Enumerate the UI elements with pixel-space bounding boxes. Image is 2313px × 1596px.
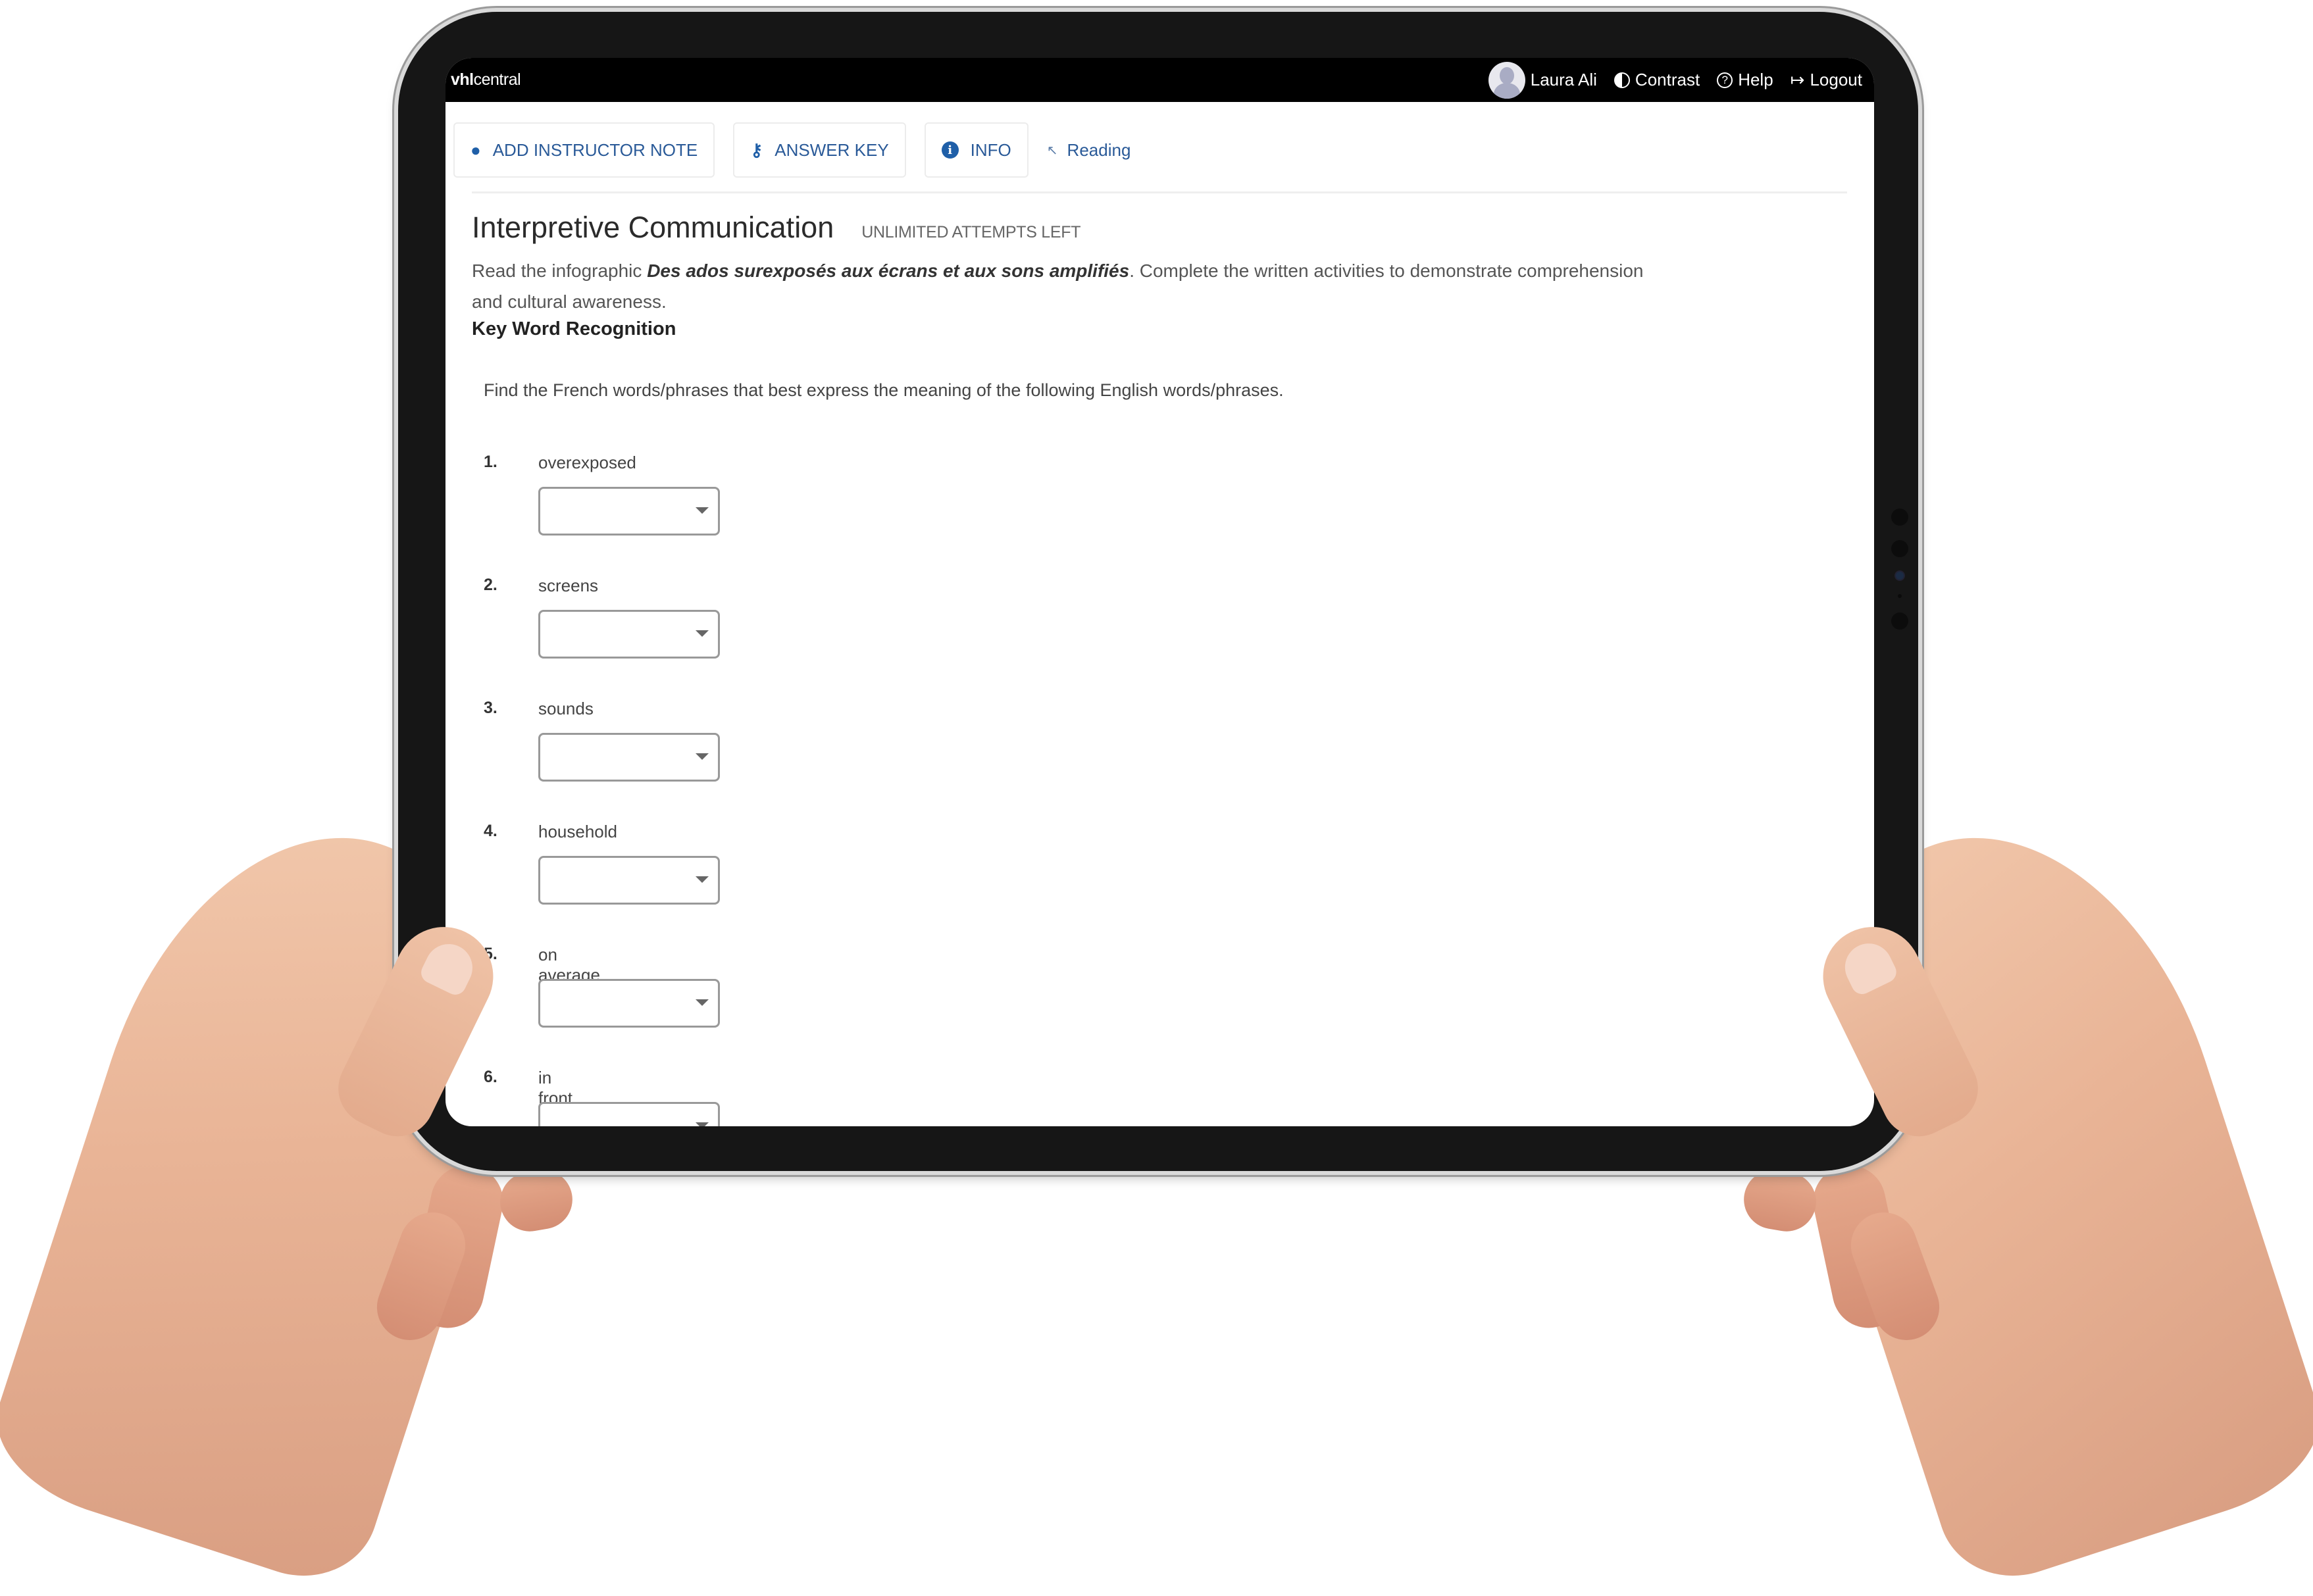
answer-key-label: ANSWER KEY: [775, 139, 889, 160]
brand-logo[interactable]: vhlcentral: [451, 70, 521, 89]
question-number: 1.: [484, 453, 497, 471]
question-prompt: screens: [538, 576, 599, 595]
answer-dropdown[interactable]: [538, 979, 720, 1028]
user-name: Laura Ali: [1530, 70, 1597, 89]
chevron-down-icon: [696, 876, 709, 883]
activity-intro: Read the infographic Des ados surexposés…: [472, 255, 1656, 317]
sensor-dot: [1891, 509, 1908, 526]
question-number: 2.: [484, 576, 497, 594]
tablet-screen: vhlcentral Laura Ali Contrast ? Help ↦ L…: [445, 58, 1874, 1126]
add-note-label: ADD INSTRUCTOR NOTE: [492, 139, 698, 160]
avatar: [1488, 61, 1525, 99]
sensor-dot: [1898, 594, 1902, 598]
top-navbar: vhlcentral Laura Ali Contrast ? Help ↦ L…: [445, 58, 1874, 102]
infographic-title: Des ados surexposés aux écrans et aux so…: [647, 261, 1130, 281]
thumbnail: [1837, 935, 1900, 998]
chevron-down-icon: [696, 753, 709, 760]
reading-link[interactable]: ↖ Reading: [1047, 140, 1131, 161]
instructions: Find the French words/phrases that best …: [484, 380, 1284, 400]
chevron-down-icon: [696, 1122, 709, 1126]
toolbar-divider: [472, 191, 1847, 193]
attempts-badge: UNLIMITED ATTEMPTS LEFT: [861, 223, 1081, 241]
question-number: 3.: [484, 699, 497, 717]
key-icon: ⚷: [750, 139, 763, 160]
sensor-dot: [1891, 540, 1908, 557]
user-profile[interactable]: Laura Ali: [1488, 61, 1597, 99]
answer-dropdown[interactable]: [538, 487, 720, 536]
tablet-device: vhlcentral Laura Ali Contrast ? Help ↦ L…: [398, 12, 1918, 1171]
answer-dropdown[interactable]: [538, 610, 720, 659]
answer-dropdown[interactable]: [538, 1102, 720, 1126]
camera-icon: [1896, 572, 1904, 580]
question-number: 6.: [484, 1068, 497, 1086]
right-finger: [1739, 1165, 1821, 1236]
chevron-down-icon: [696, 630, 709, 637]
info-button[interactable]: i INFO: [924, 122, 1029, 178]
brand-rest: central: [473, 70, 521, 89]
left-finger: [496, 1165, 577, 1236]
answer-dropdown[interactable]: [538, 733, 720, 782]
add-instructor-note-button[interactable]: ● ADD INSTRUCTOR NOTE: [453, 122, 715, 178]
user-menu: Laura Ali Contrast ? Help ↦ Logout: [1488, 61, 1862, 99]
intro-prefix: Read the infographic: [472, 261, 648, 281]
answer-dropdown[interactable]: [538, 856, 720, 905]
logout-label: Logout: [1810, 70, 1862, 89]
activity-toolbar: ● ADD INSTRUCTOR NOTE ⚷ ANSWER KEY i INF…: [453, 122, 1131, 178]
reading-label: Reading: [1067, 139, 1131, 160]
contrast-icon: [1614, 72, 1630, 88]
thumbnail: [417, 935, 481, 999]
apple-icon: ●: [470, 139, 481, 160]
help-button[interactable]: ? Help: [1717, 70, 1773, 90]
logout-icon: ↦: [1790, 70, 1805, 89]
question-prompt: household: [538, 822, 617, 841]
logout-button[interactable]: ↦ Logout: [1791, 70, 1862, 90]
question-number: 4.: [484, 822, 497, 840]
help-icon: ?: [1717, 72, 1733, 88]
sensor-dot: [1891, 612, 1908, 630]
page-title: Interpretive Communication: [472, 211, 834, 244]
question-prompt: overexposed: [538, 453, 636, 472]
title-row: Interpretive Communication UNLIMITED ATT…: [472, 211, 1081, 245]
section-heading: Key Word Recognition: [472, 318, 676, 339]
chevron-down-icon: [696, 999, 709, 1006]
answer-key-button[interactable]: ⚷ ANSWER KEY: [733, 122, 906, 178]
contrast-button[interactable]: Contrast: [1614, 70, 1700, 90]
brand-bold: vhl: [451, 70, 474, 89]
help-label: Help: [1738, 70, 1773, 89]
contrast-label: Contrast: [1635, 70, 1700, 89]
info-icon: i: [941, 141, 959, 159]
question-prompt: sounds: [538, 699, 594, 718]
tablet-sensors: [1887, 509, 1913, 644]
info-label: INFO: [970, 139, 1011, 160]
chevron-down-icon: [696, 507, 709, 514]
arrow-up-left-icon: ↖: [1046, 143, 1058, 158]
